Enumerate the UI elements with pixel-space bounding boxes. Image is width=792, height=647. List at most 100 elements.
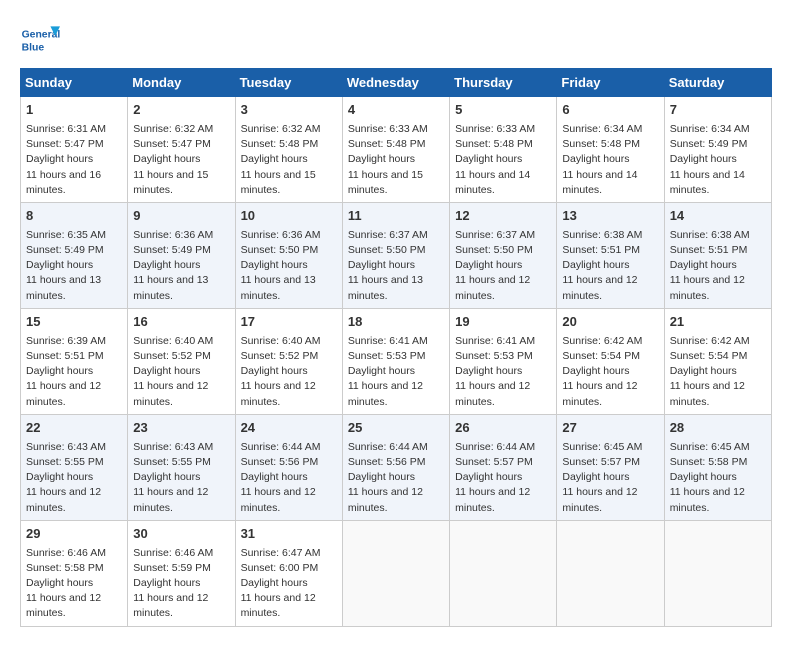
- daylight-value: 11 hours and 12 minutes.: [562, 274, 637, 301]
- daylight-label: Daylight hours: [26, 471, 93, 483]
- calendar-cell: 21Sunrise: 6:42 AMSunset: 5:54 PMDayligh…: [664, 308, 771, 414]
- calendar-cell: 31Sunrise: 6:47 AMSunset: 6:00 PMDayligh…: [235, 520, 342, 626]
- calendar-cell: 29Sunrise: 6:46 AMSunset: 5:58 PMDayligh…: [21, 520, 128, 626]
- day-number: 14: [670, 207, 766, 226]
- daylight-value: 11 hours and 12 minutes.: [562, 380, 637, 407]
- day-number: 15: [26, 313, 122, 332]
- sunset-text: Sunset: 5:48 PM: [455, 138, 533, 150]
- day-number: 27: [562, 419, 658, 438]
- sunset-text: Sunset: 5:58 PM: [26, 562, 104, 574]
- calendar-week-row: 15 Sunrise: 6:39 AM Sunset: 5:51 PM Dayligh…: [21, 308, 772, 414]
- daylight-value: 11 hours and 12 minutes.: [133, 592, 208, 619]
- sunrise-text: Sunrise: 6:43 AM: [26, 441, 106, 453]
- day-number: 28: [670, 419, 766, 438]
- sunrise-text: Sunrise: 6:41 AM: [455, 335, 535, 347]
- sunset-text: Sunset: 5:51 PM: [670, 244, 748, 256]
- calendar-week-row: 1Sunrise: 6:31 AMSunset: 5:47 PMDaylight…: [21, 97, 772, 203]
- calendar-cell: 5Sunrise: 6:33 AMSunset: 5:48 PMDaylight…: [450, 97, 557, 203]
- daylight-label: Daylight hours: [455, 365, 522, 377]
- day-number: 17: [241, 313, 337, 332]
- daylight-value: 11 hours and 13 minutes.: [241, 274, 316, 301]
- daylight-label: Daylight hours: [133, 153, 200, 165]
- calendar-cell: 14Sunrise: 6:38 AMSunset: 5:51 PMDayligh…: [664, 202, 771, 308]
- daylight-label: Daylight hours: [455, 153, 522, 165]
- daylight-value: 11 hours and 12 minutes.: [670, 274, 745, 301]
- sunset-text: Sunset: 5:50 PM: [455, 244, 533, 256]
- calendar-cell: 16Sunrise: 6:40 AMSunset: 5:52 PMDayligh…: [128, 308, 235, 414]
- daylight-label: Daylight hours: [670, 365, 737, 377]
- calendar-cell: 24Sunrise: 6:44 AMSunset: 5:56 PMDayligh…: [235, 414, 342, 520]
- sunrise-text: Sunrise: 6:34 AM: [562, 123, 642, 135]
- daylight-label: Daylight hours: [241, 365, 308, 377]
- sunrise-text: Sunrise: 6:41 AM: [348, 335, 428, 347]
- daylight-value: 11 hours and 12 minutes.: [670, 380, 745, 407]
- calendar-header-row: SundayMondayTuesdayWednesdayThursdayFrid…: [21, 69, 772, 97]
- calendar-week-row: 8Sunrise: 6:35 AMSunset: 5:49 PMDaylight…: [21, 202, 772, 308]
- daylight-value: 11 hours and 12 minutes.: [562, 486, 637, 513]
- sunrise-text: Sunrise: 6:45 AM: [670, 441, 750, 453]
- sunrise-text: Sunrise: 6:44 AM: [348, 441, 428, 453]
- sunset-text: Sunset: 5:48 PM: [348, 138, 426, 150]
- calendar-header-saturday: Saturday: [664, 69, 771, 97]
- daylight-value: 11 hours and 16 minutes.: [26, 169, 101, 196]
- sunset-text: Sunset: 5:52 PM: [241, 350, 319, 362]
- daylight-label: Daylight hours: [562, 471, 629, 483]
- day-number: 31: [241, 525, 337, 544]
- daylight-label: Daylight hours: [455, 471, 522, 483]
- sunset-text: Sunset: 5:54 PM: [562, 350, 640, 362]
- calendar-cell: 15Sunrise: 6:39 AMSunset: 5:51 PMDayligh…: [21, 308, 128, 414]
- sunset-text: Sunset: 5:57 PM: [562, 456, 640, 468]
- calendar-cell: 17Sunrise: 6:40 AMSunset: 5:52 PMDayligh…: [235, 308, 342, 414]
- day-number: 29: [26, 525, 122, 544]
- calendar-cell: 3Sunrise: 6:32 AMSunset: 5:48 PMDaylight…: [235, 97, 342, 203]
- sunset-text: Sunset: 5:53 PM: [348, 350, 426, 362]
- sunrise-text: Sunrise: 6:39 AM: [26, 335, 106, 347]
- daylight-value: 11 hours and 15 minutes.: [133, 169, 208, 196]
- daylight-value: 11 hours and 15 minutes.: [241, 169, 316, 196]
- day-number: 18: [348, 313, 444, 332]
- sunset-text: Sunset: 6:00 PM: [241, 562, 319, 574]
- day-number: 5: [455, 101, 551, 120]
- day-number: 7: [670, 101, 766, 120]
- day-number: 12: [455, 207, 551, 226]
- sunset-text: Sunset: 5:56 PM: [241, 456, 319, 468]
- daylight-value: 11 hours and 12 minutes.: [26, 486, 101, 513]
- sunset-text: Sunset: 5:47 PM: [26, 138, 104, 150]
- day-number: 25: [348, 419, 444, 438]
- daylight-value: 11 hours and 13 minutes.: [133, 274, 208, 301]
- sunrise-text: Sunrise: 6:36 AM: [241, 229, 321, 241]
- sunrise-text: Sunrise: 6:31 AM: [26, 123, 106, 135]
- sunset-text: Sunset: 5:51 PM: [26, 350, 104, 362]
- sunset-text: Sunset: 5:49 PM: [26, 244, 104, 256]
- sunrise-text: Sunrise: 6:37 AM: [455, 229, 535, 241]
- sunset-text: Sunset: 5:54 PM: [670, 350, 748, 362]
- sunrise-text: Sunrise: 6:47 AM: [241, 547, 321, 559]
- daylight-value: 11 hours and 12 minutes.: [241, 592, 316, 619]
- sunset-text: Sunset: 5:48 PM: [562, 138, 640, 150]
- day-number: 24: [241, 419, 337, 438]
- daylight-label: Daylight hours: [26, 153, 93, 165]
- sunset-text: Sunset: 5:47 PM: [133, 138, 211, 150]
- daylight-label: Daylight hours: [241, 153, 308, 165]
- day-number: 26: [455, 419, 551, 438]
- calendar-cell: [557, 520, 664, 626]
- sunrise-text: Sunrise: 6:38 AM: [562, 229, 642, 241]
- calendar-cell: 11Sunrise: 6:37 AMSunset: 5:50 PMDayligh…: [342, 202, 449, 308]
- day-number: 3: [241, 101, 337, 120]
- sunset-text: Sunset: 5:58 PM: [670, 456, 748, 468]
- calendar-header-tuesday: Tuesday: [235, 69, 342, 97]
- day-number: 13: [562, 207, 658, 226]
- sunrise-text: Sunrise: 6:44 AM: [241, 441, 321, 453]
- sunset-text: Sunset: 5:48 PM: [241, 138, 319, 150]
- calendar-cell: 10Sunrise: 6:36 AMSunset: 5:50 PMDayligh…: [235, 202, 342, 308]
- day-number: 16: [133, 313, 229, 332]
- sunrise-text: Sunrise: 6:38 AM: [670, 229, 750, 241]
- svg-text:Blue: Blue: [22, 42, 45, 53]
- daylight-value: 11 hours and 14 minutes.: [455, 169, 530, 196]
- sunset-text: Sunset: 5:50 PM: [241, 244, 319, 256]
- sunrise-text: Sunrise: 6:46 AM: [133, 547, 213, 559]
- daylight-label: Daylight hours: [455, 259, 522, 271]
- daylight-value: 11 hours and 13 minutes.: [26, 274, 101, 301]
- sunrise-text: Sunrise: 6:43 AM: [133, 441, 213, 453]
- sunset-text: Sunset: 5:57 PM: [455, 456, 533, 468]
